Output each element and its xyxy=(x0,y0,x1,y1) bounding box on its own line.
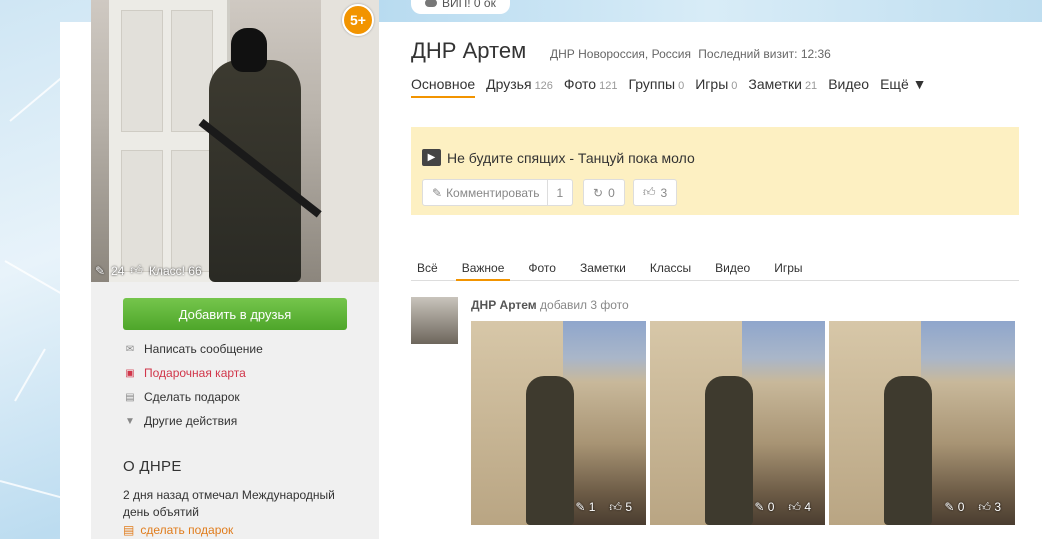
send-message-label: Написать сообщение xyxy=(144,342,263,356)
tab-notes[interactable]: Заметки 21 xyxy=(748,76,817,98)
like-icon: 👍︎ xyxy=(130,263,143,277)
comment-icon: ✎ xyxy=(754,500,765,514)
like-count: 3 xyxy=(660,185,668,200)
feed-photo[interactable]: ✎ 0 👍︎ 3 xyxy=(829,321,1015,525)
feed-photo-stats: ✎ 1 👍︎ 5 xyxy=(575,500,632,514)
feed-photo[interactable]: ✎ 0 👍︎ 4 xyxy=(650,321,825,525)
feed-photo-stats: ✎ 0 👍︎ 4 xyxy=(754,500,811,514)
top-bar: ВИП! 0 ок xyxy=(379,0,1042,22)
gift-link-label: сделать подарок xyxy=(140,523,234,537)
like-icon: 👍︎ xyxy=(643,185,656,199)
comment-count: 1 xyxy=(556,185,564,200)
vip-label: ВИП! 0 ок xyxy=(442,0,496,10)
comment-icon: ✎ xyxy=(944,500,955,514)
status-block: ▶ Не будите спящих - Танцуй пока моло ✎ … xyxy=(411,127,1019,215)
share-count: 0 xyxy=(608,185,615,200)
feed-tab-video[interactable]: Видео xyxy=(709,261,756,279)
like-button[interactable]: 👍︎ 3 xyxy=(633,179,678,206)
feed-tab-all[interactable]: Всё xyxy=(411,261,444,279)
like-icon: 👍︎ xyxy=(978,500,991,514)
about-title: О ДНРЕ xyxy=(123,458,182,475)
profile-location: ДНР Новороссия, Россия xyxy=(550,47,691,61)
tab-friends[interactable]: Друзья 126 xyxy=(486,76,553,98)
make-gift-label: Сделать подарок xyxy=(144,390,240,404)
photo-likes[interactable]: Класс! 66 xyxy=(149,264,202,278)
feed-tab-games[interactable]: Игры xyxy=(768,261,808,279)
make-gift-action[interactable]: ▤ Сделать подарок xyxy=(123,385,263,409)
gift-card-label: Подарочная карта xyxy=(144,366,246,380)
other-actions[interactable]: ▼ Другие действия xyxy=(123,409,263,433)
photo-comments: 24 xyxy=(111,263,125,278)
profile-photo[interactable]: ✎ 24 👍︎ Класс! 66 xyxy=(91,0,379,282)
tab-groups[interactable]: Группы 0 xyxy=(628,76,684,98)
comment-icon: ✎ xyxy=(575,500,586,514)
feed-tabs: Всё Важное Фото Заметки Классы Видео Игр… xyxy=(411,261,1019,281)
age-badge: 5+ xyxy=(342,4,374,36)
feed-author-link[interactable]: ДНР Артем xyxy=(471,298,537,312)
gift-icon: ▤ xyxy=(123,523,135,537)
comment-button[interactable]: ✎ Комментировать 1 xyxy=(422,179,574,206)
envelope-icon: ✉ xyxy=(125,343,135,355)
profile-name: ДНР Артем xyxy=(411,38,527,63)
like-icon: 👍︎ xyxy=(609,500,622,514)
gift-card-action[interactable]: ▣ Подарочная карта xyxy=(123,361,263,385)
play-icon[interactable]: ▶ xyxy=(422,149,441,166)
gift-icon: ▤ xyxy=(125,391,135,403)
comment-label: Комментировать xyxy=(446,185,540,200)
like-icon: 👍︎ xyxy=(788,500,801,514)
feed-tab-photo[interactable]: Фото xyxy=(522,261,562,279)
send-message-action[interactable]: ✉ Написать сообщение xyxy=(123,337,263,361)
comment-icon: ✎ xyxy=(432,185,443,200)
profile-tabs: Основное Друзья 126 Фото 121 Группы 0 Игры 0… xyxy=(411,76,926,98)
tab-main[interactable]: Основное xyxy=(411,76,476,98)
about-text: 2 дня назад отмечал Международный день о… xyxy=(123,488,335,519)
feed-photo[interactable]: ✎ 1 👍︎ 5 xyxy=(471,321,646,525)
feed-photo-stats: ✎ 0 👍︎ 3 xyxy=(944,500,1001,514)
share-button[interactable]: ↻ 0 xyxy=(583,179,625,206)
profile-actions: ✉ Написать сообщение ▣ Подарочная карта … xyxy=(123,337,263,433)
comment-icon: ✎ xyxy=(95,263,106,278)
feed-action: добавил 3 фото xyxy=(540,298,629,312)
feed-tab-likes[interactable]: Классы xyxy=(644,261,697,279)
share-icon: ↻ xyxy=(593,185,604,200)
last-visit: Последний визит: 12:36 xyxy=(698,47,831,61)
tab-more[interactable]: Ещё ▼ xyxy=(880,76,926,98)
tab-video[interactable]: Видео xyxy=(828,76,869,98)
feed-author-avatar[interactable] xyxy=(411,297,458,344)
feed-tab-notes[interactable]: Заметки xyxy=(574,261,632,279)
photo-stats: ✎ 24 👍︎ Класс! 66 xyxy=(95,263,202,278)
gift-link[interactable]: ▤ сделать подарок xyxy=(123,523,233,537)
other-actions-label: Другие действия xyxy=(144,414,238,428)
feed-item-header: ДНР Артем добавил 3 фото xyxy=(471,298,629,312)
vip-button[interactable]: ВИП! 0 ок xyxy=(411,0,510,14)
hat-icon xyxy=(425,0,437,7)
add-friend-button[interactable]: Добавить в друзья xyxy=(123,298,347,330)
profile-meta: ДНР Новороссия, Россия Последний визит: … xyxy=(550,47,831,61)
gift-card-icon: ▣ xyxy=(125,367,135,379)
tab-games[interactable]: Игры 0 xyxy=(695,76,737,98)
tab-photos[interactable]: Фото 121 xyxy=(564,76,618,98)
feed-tab-important[interactable]: Важное xyxy=(455,261,511,281)
status-text[interactable]: Не будите спящих - Танцуй пока моло xyxy=(447,150,695,166)
triangle-down-icon: ▼ xyxy=(125,415,135,427)
